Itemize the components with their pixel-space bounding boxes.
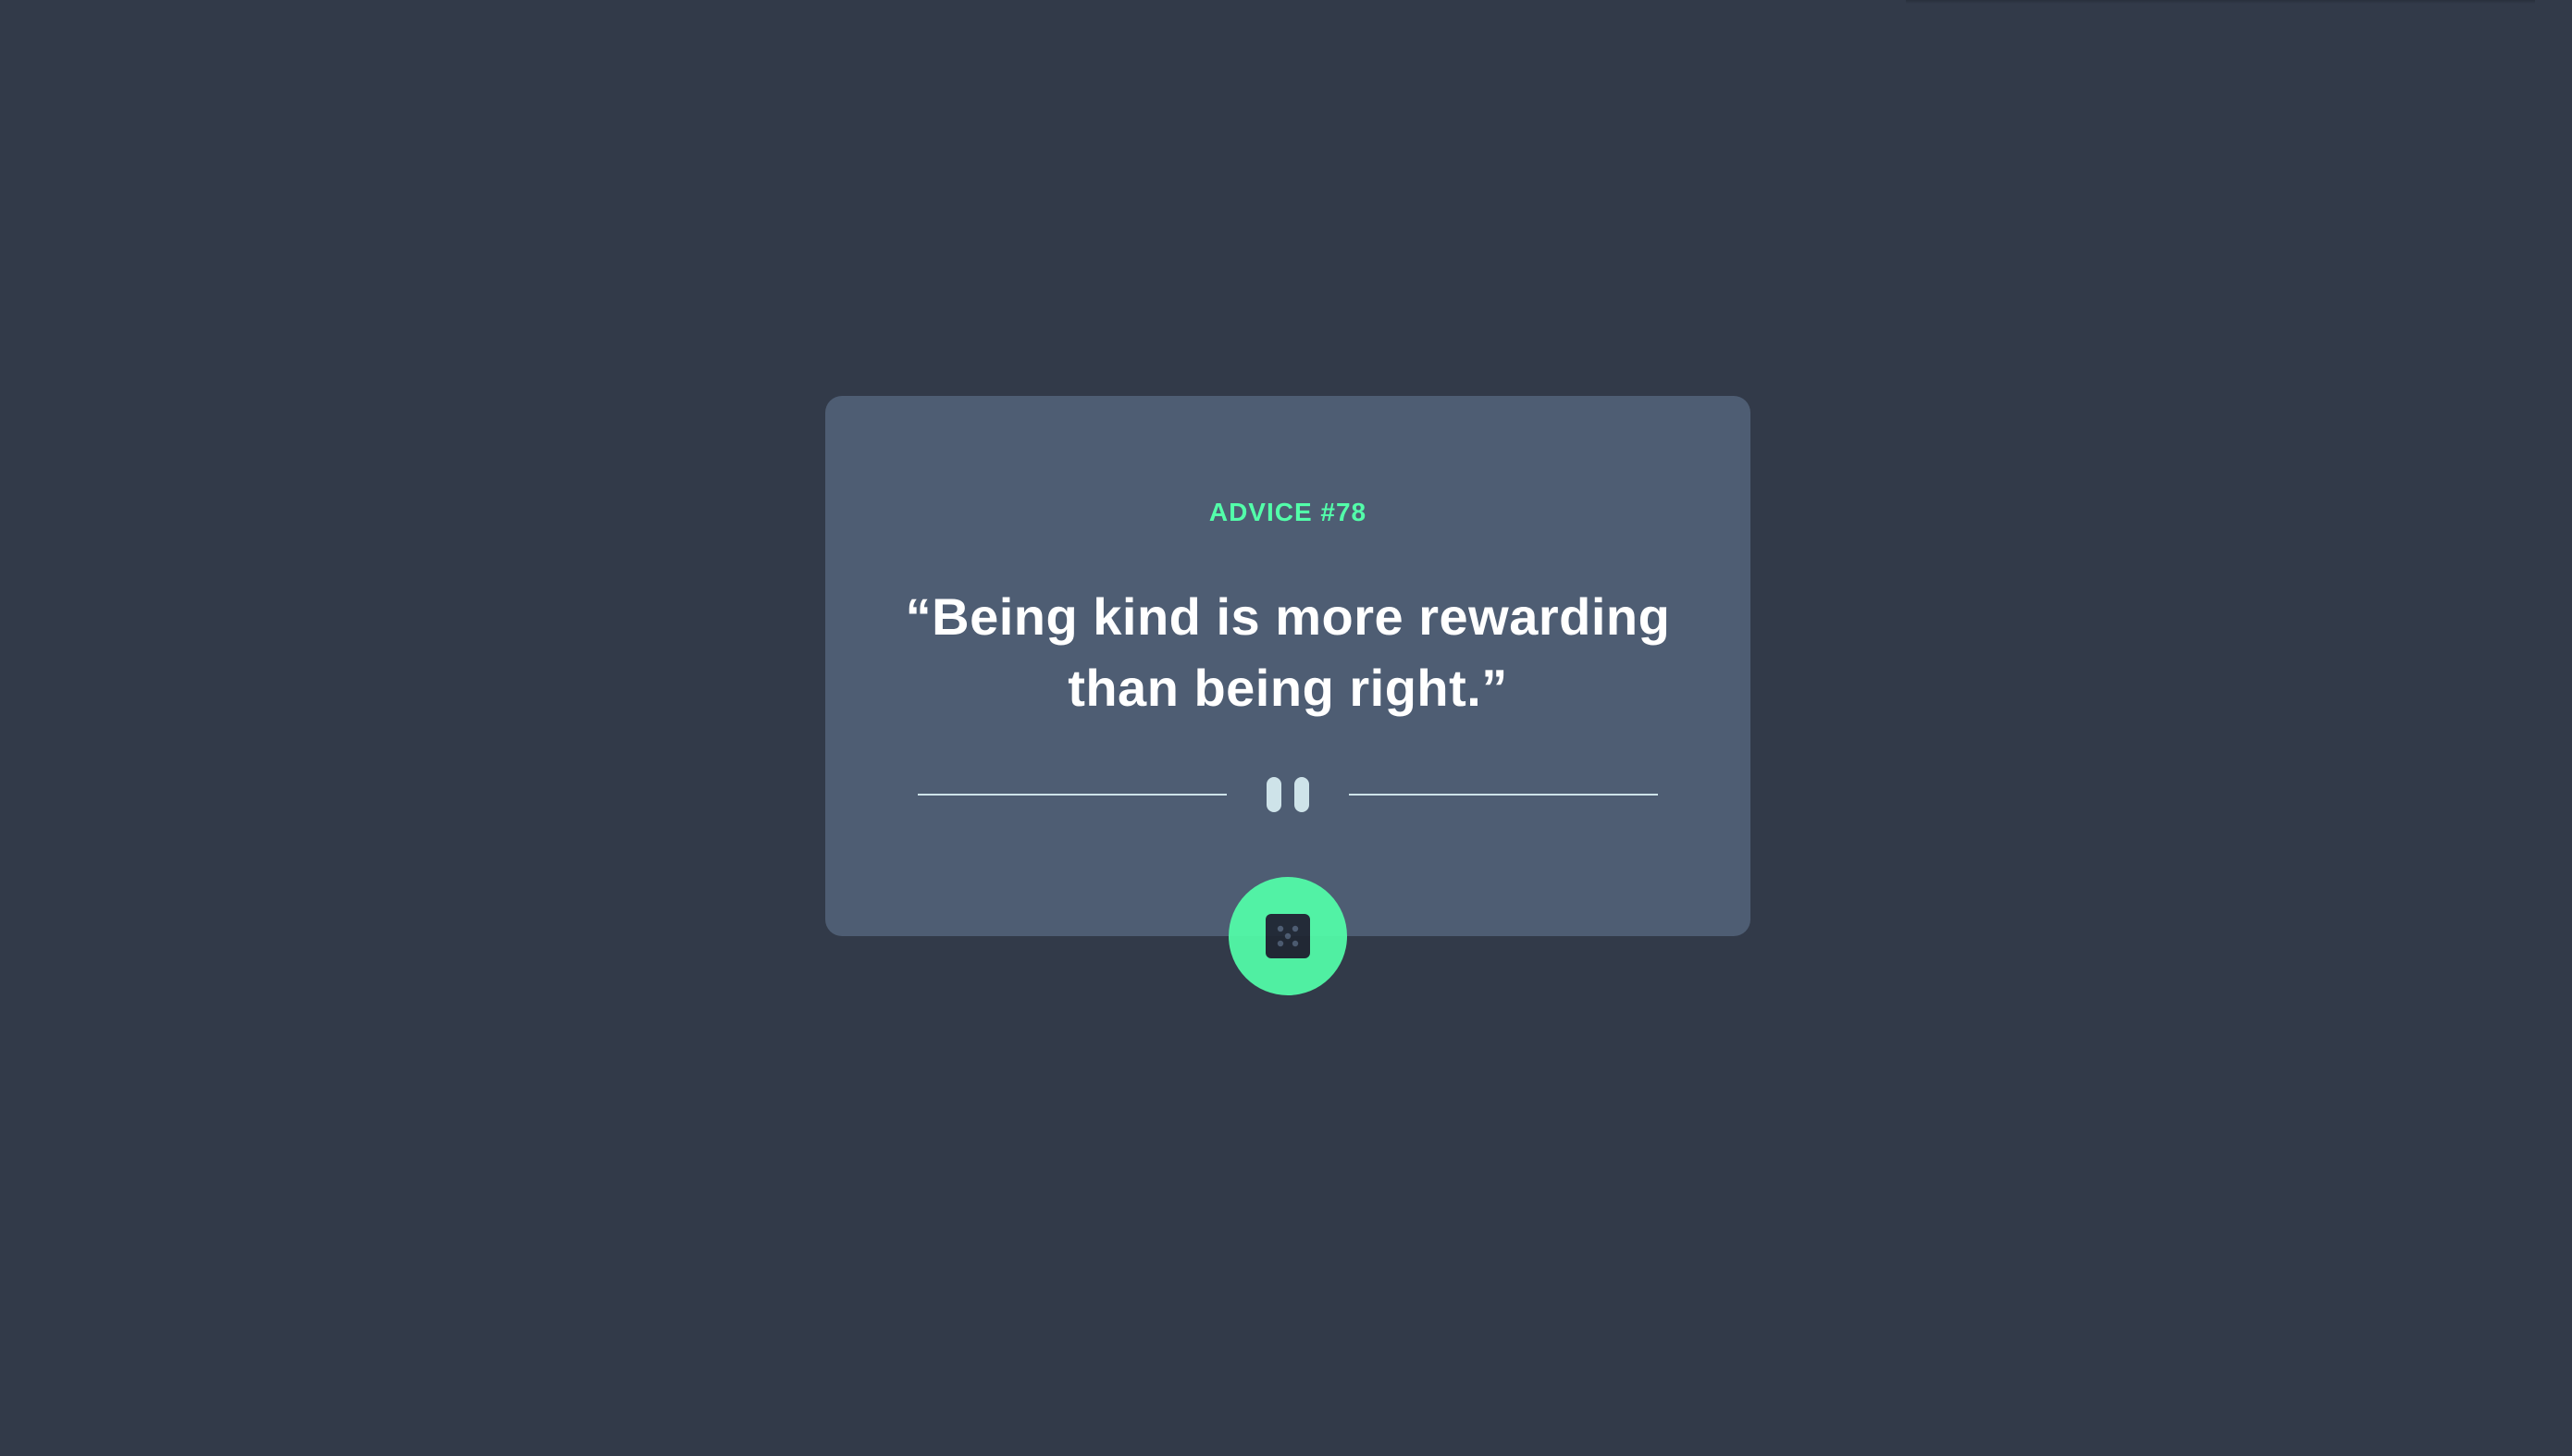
advice-card: ADVICE #78 “Being kind is more rewarding… [825, 396, 1750, 936]
divider [918, 773, 1658, 816]
generate-advice-button[interactable] [1229, 877, 1347, 995]
advice-number: ADVICE #78 [1208, 498, 1367, 526]
pause-icon [1263, 773, 1313, 816]
dice-icon [1266, 914, 1310, 958]
divider-line-right [1349, 794, 1658, 796]
advice-quote: “Being kind is more rewarding than being… [905, 587, 1671, 717]
pause-bar-left [1267, 777, 1281, 812]
page: ADVICE #78 “Being kind is more rewarding… [0, 0, 2572, 1456]
top-shadow [1906, 0, 2535, 4]
pause-bar-right [1294, 777, 1309, 812]
divider-line-left [918, 794, 1227, 796]
